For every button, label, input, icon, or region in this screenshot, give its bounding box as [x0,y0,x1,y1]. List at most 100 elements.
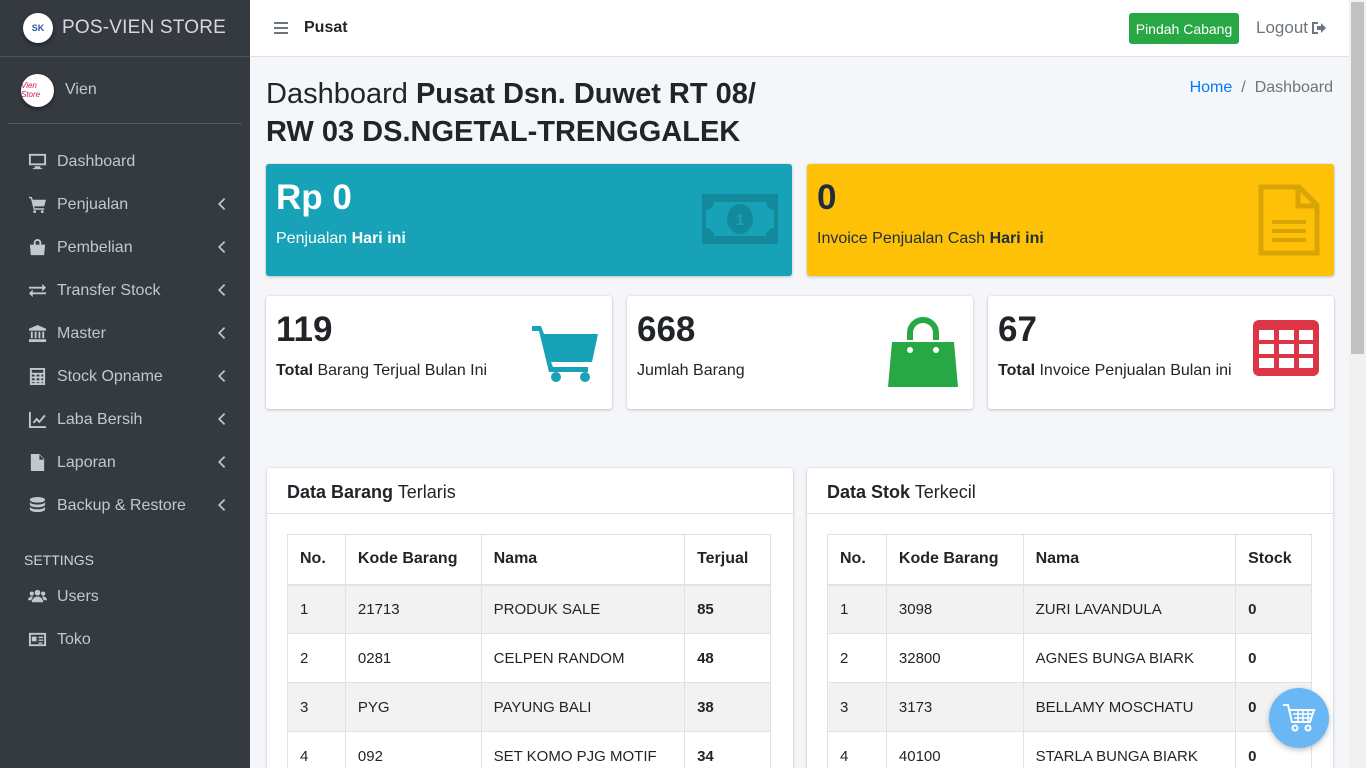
best-sellers-title: Data Barang Terlaris [267,468,793,514]
table-cell: 0 [1235,633,1312,683]
scrollbar-thumb[interactable] [1351,2,1364,354]
best-sellers-table: No. Kode Barang Nama Terjual 1 21713 PRODU… [287,534,771,768]
logout-link[interactable]: Logout [1256,18,1327,38]
cart-icon [27,195,47,215]
sidebar-item-laba-bersih[interactable]: Laba Bersih [0,398,250,441]
table-cell: 48 [684,633,771,683]
main-content: Dashboard Pusat Dsn. Duwet RT 08/ RW 03 … [250,57,1349,768]
sidebar-item-transfer-stock[interactable]: Transfer Stock [0,269,250,312]
calculator-icon [27,367,47,387]
bank-icon [27,324,47,344]
sidebar-item-penjualan[interactable]: Penjualan [0,183,250,226]
table-cell: 3098 [885,584,1024,634]
column-header-terjual[interactable]: Terjual [684,534,771,586]
column-header-kode[interactable]: Kode Barang [344,534,482,586]
breadcrumb-current: Dashboard [1254,79,1333,96]
id-card-icon [27,630,47,650]
table-cell: 0281 [344,633,482,683]
brand-logo: SK [23,13,53,43]
breadcrumb: Home / Dashboard [1190,79,1333,97]
exchange-icon [27,281,47,301]
best-sellers-card: Data Barang Terlaris No. Kode Barang Nam… [267,468,793,768]
menu-toggle-icon[interactable] [274,22,288,34]
table-cell: 40100 [885,731,1024,768]
table-row: 3 PYG PAYUNG BALI 38 [287,682,771,732]
column-header-kode[interactable]: Kode Barang [885,534,1024,586]
table-cell: 21713 [344,584,482,634]
sales-today-box: Rp 0 Penjualan Hari ini 1 [266,164,792,276]
table-cell: AGNES BUNGA BIARK [1022,633,1237,683]
sidebar-item-dashboard[interactable]: Dashboard [0,140,250,183]
column-header-stock[interactable]: Stock [1235,534,1312,586]
lowest-stock-table: No. Kode Barang Nama Stock 1 3098 ZURI LAV… [827,534,1312,768]
sales-today-label-bold: Hari ini [351,230,406,247]
invoices-month-value: 67 [998,310,1037,349]
page-title-prefix: Dashboard [266,78,408,110]
page-scrollbar[interactable] [1349,0,1366,768]
table-cell: BELLAMY MOSCHATU [1022,682,1237,732]
invoices-label-text: Invoice Penjualan Bulan ini [1035,362,1232,379]
column-header-no[interactable]: No. [287,534,346,586]
breadcrumb-separator: / [1241,79,1246,96]
table-row: 2 0281 CELPEN RANDOM 48 [287,633,771,683]
chevron-left-icon [217,197,226,211]
sidebar-item-pembelian[interactable]: Pembelian [0,226,250,269]
table-cell: SET KOMO PJG MOTIF [480,731,686,768]
file-text-icon [1258,184,1320,256]
cash-invoice-today-value: 0 [817,178,837,217]
table-cell: STARLA BUNGA BIARK [1022,731,1237,768]
lowest-stock-title-text: Terkecil [910,482,976,502]
column-header-nama[interactable]: Nama [1022,534,1237,586]
column-header-nama[interactable]: Nama [480,534,686,586]
sidebar-item-master[interactable]: Master [0,312,250,355]
table-cell: 38 [684,682,771,732]
sales-today-label: Penjualan Hari ini [276,230,406,248]
item-count-value: 668 [637,310,696,349]
sidebar-item-label: Master [57,324,106,342]
table-cell: 32800 [885,633,1024,683]
user-panel[interactable]: Vien Store Vien [8,57,242,124]
cart-icon [1283,704,1316,732]
table-cell: ZURI LAVANDULA [1022,584,1237,634]
table-cell: 3173 [885,682,1024,732]
sidebar-item-label: Toko [57,630,91,648]
chevron-left-icon [217,369,226,383]
sidebar-item-users[interactable]: Users [0,575,250,618]
brand-link[interactable]: SK POS-VIEN STORE [0,0,250,57]
sidebar-item-label: Laporan [57,453,116,471]
table-cell: 092 [344,731,482,768]
table-header-row: No. Kode Barang Nama Stock [827,534,1312,586]
breadcrumb-home-link[interactable]: Home [1190,79,1233,97]
table-cell: 4 [827,731,887,768]
sidebar-item-stock-opname[interactable]: Stock Opname [0,355,250,398]
shopping-bag-icon [27,238,47,258]
table-cell: 2 [827,633,887,683]
table-cell: 4 [287,731,346,768]
switch-branch-button[interactable]: Pindah Cabang [1129,13,1239,44]
money-bill-icon: 1 [702,194,778,244]
table-cell: 0 [1235,584,1312,634]
chevron-left-icon [217,283,226,297]
invoices-month-box: 67 Total Invoice Penjualan Bulan ini [988,296,1334,409]
table-cell: 85 [684,584,771,634]
sidebar-item-label: Laba Bersih [57,410,143,428]
table-row: 1 21713 PRODUK SALE 85 [287,584,771,634]
chevron-left-icon [217,240,226,254]
database-icon [27,496,47,516]
table-icon [1253,320,1319,376]
sidebar-item-laporan[interactable]: Laporan [0,441,250,484]
table-row: 1 3098 ZURI LAVANDULA 0 [827,584,1312,634]
table-cell: PRODUK SALE [480,584,686,634]
sign-out-icon [1312,22,1326,34]
table-cell: 2 [287,633,346,683]
sidebar-item-toko[interactable]: Toko [0,618,250,661]
line-chart-icon [27,410,47,430]
best-sellers-title-bold: Data Barang [287,482,394,502]
cash-invoice-label-bold: Hari ini [989,230,1044,247]
table-row: 3 3173 BELLAMY MOSCHATU 0 [827,682,1312,732]
shopping-bag-icon [888,317,958,387]
user-name[interactable]: Vien [65,81,97,99]
column-header-no[interactable]: No. [827,534,887,586]
sidebar-item-backup-restore[interactable]: Backup & Restore [0,484,250,527]
floating-cart-button[interactable] [1269,688,1329,748]
